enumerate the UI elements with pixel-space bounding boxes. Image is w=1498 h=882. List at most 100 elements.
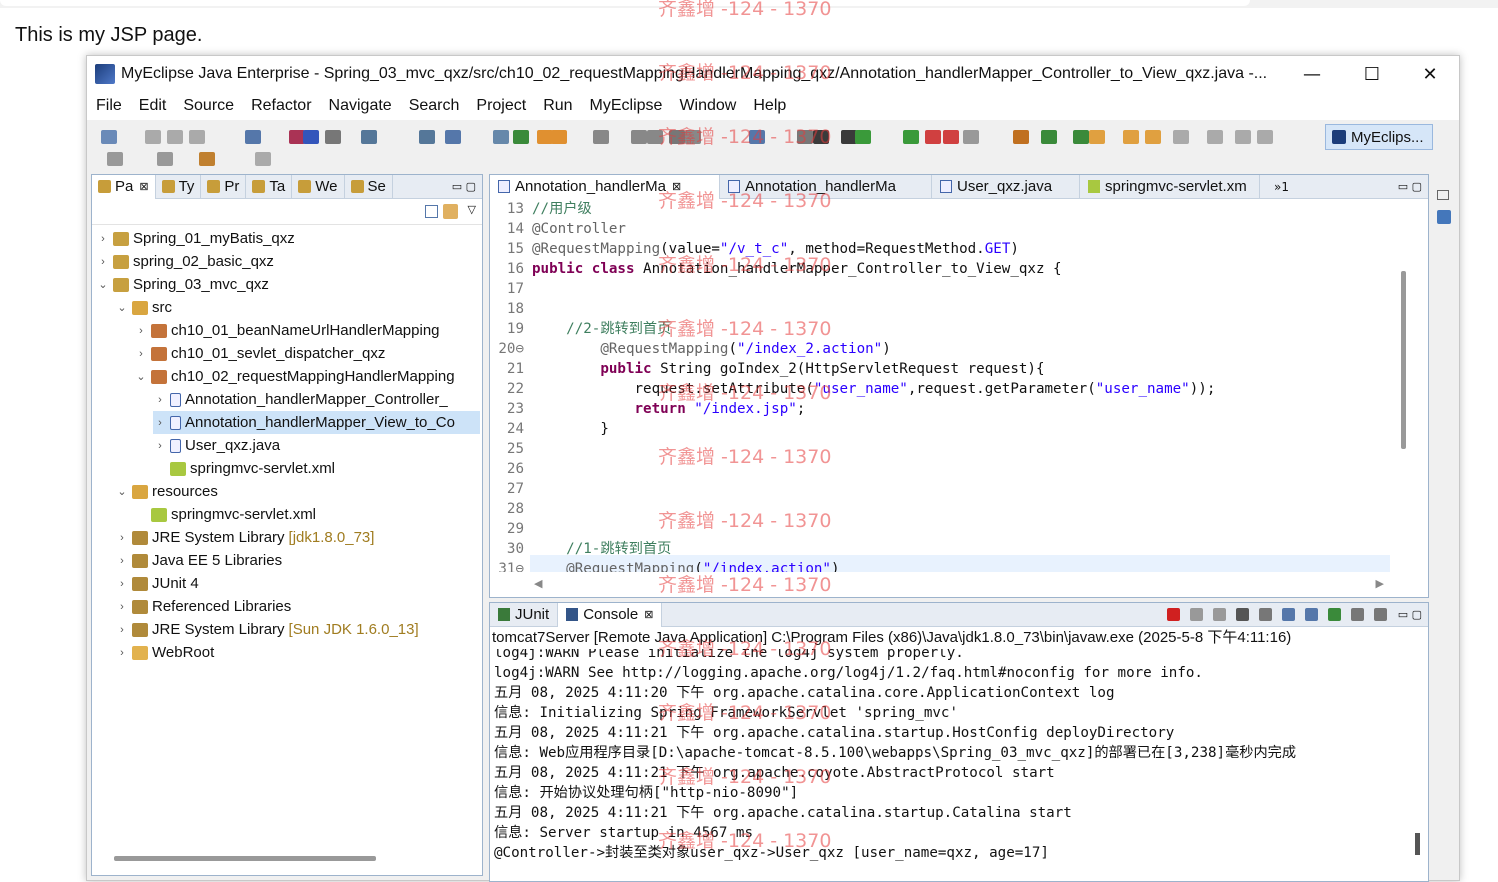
console-toolbar-icon[interactable]	[1235, 608, 1249, 621]
toolbar-icon[interactable]	[925, 130, 941, 144]
link-editor-icon[interactable]	[443, 204, 458, 219]
toolbar-icon[interactable]	[631, 130, 647, 144]
toolbar-icon[interactable]	[1089, 130, 1105, 144]
tree-item[interactable]: ⌄ ch10_02_requestMappingHandlerMapping	[134, 365, 454, 388]
minimize-view-icon[interactable]: ▭ ▢	[452, 180, 476, 193]
code-line[interactable]: //1-跳转到首页	[532, 539, 671, 559]
toolbar-icon[interactable]	[245, 130, 261, 144]
view-menu-icon[interactable]: ▽	[468, 203, 476, 216]
menu-source[interactable]: Source	[183, 97, 234, 115]
toolbar-icon[interactable]	[749, 130, 765, 144]
toolbar-icon[interactable]	[797, 130, 813, 144]
left-tab-pr[interactable]: Pr	[201, 174, 247, 199]
left-tab-we[interactable]: We	[292, 174, 345, 199]
toolbar-icon[interactable]	[1257, 130, 1273, 144]
toolbar-icon[interactable]	[325, 130, 341, 144]
toolbar-icon[interactable]	[551, 130, 567, 144]
perspective-button[interactable]: MyEclips...	[1325, 124, 1433, 150]
toolbar-icon[interactable]	[101, 130, 117, 144]
expand-arrow-icon[interactable]: ›	[115, 601, 129, 613]
tree-item[interactable]: ⌄ Spring_03_mvc_qxz	[96, 273, 269, 296]
toolbar-nav-icon[interactable]	[255, 152, 271, 166]
console-vertical-scrollbar[interactable]	[1415, 833, 1420, 855]
editor-tab-overflow[interactable]: »1	[1274, 180, 1289, 194]
menu-search[interactable]: Search	[409, 97, 460, 115]
menu-edit[interactable]: Edit	[139, 97, 167, 115]
code-line[interactable]: public String goIndex_2(HttpServletReque…	[532, 359, 1044, 379]
toolbar-icon[interactable]	[1041, 130, 1057, 144]
tree-item[interactable]: › User_qxz.java	[153, 434, 280, 457]
expand-arrow-icon[interactable]: ›	[96, 256, 110, 268]
toolbar-nav-icon[interactable]	[199, 152, 215, 166]
toolbar-icon[interactable]	[855, 130, 871, 144]
minimize-view-icon[interactable]: ▭ ▢	[1398, 608, 1422, 621]
toolbar-icon[interactable]	[1073, 130, 1089, 144]
code-line[interactable]: public class Annotation_handlerMapper_Co…	[532, 259, 1062, 279]
console-toolbar-icon[interactable]	[1166, 608, 1180, 621]
console-toolbar-icon[interactable]	[1350, 608, 1364, 621]
toolbar-icon[interactable]	[1145, 130, 1161, 144]
console-toolbar-icon[interactable]	[1304, 608, 1318, 621]
tree-item[interactable]: › JRE System Library [jdk1.8.0_73]	[115, 526, 374, 549]
toolbar-icon[interactable]	[1173, 130, 1189, 144]
toolbar-icon[interactable]	[303, 130, 319, 144]
expand-arrow-icon[interactable]: ›	[115, 555, 129, 567]
tree-item[interactable]: springmvc-servlet.xml	[153, 457, 335, 480]
editor-tab[interactable]: Annotation_handlerMa	[720, 174, 932, 199]
expand-arrow-icon[interactable]: ›	[153, 417, 167, 429]
close-icon[interactable]: ⊠	[672, 180, 681, 193]
console-toolbar-icon[interactable]	[1327, 608, 1341, 621]
expand-arrow-icon[interactable]: ›	[115, 532, 129, 544]
toolbar-icon[interactable]	[1013, 130, 1029, 144]
menu-run[interactable]: Run	[543, 97, 572, 115]
menu-refactor[interactable]: Refactor	[251, 97, 311, 115]
maximize-button[interactable]: ☐	[1343, 56, 1401, 92]
toolbar-icon[interactable]	[593, 130, 609, 144]
toolbar-icon[interactable]	[445, 130, 461, 144]
code-line[interactable]: //2-跳转到首页	[532, 319, 671, 339]
toolbar-nav-icon[interactable]	[157, 152, 173, 166]
toolbar-icon[interactable]	[669, 130, 685, 144]
code-line[interactable]: @RequestMapping(value="/v_t_c", method=R…	[532, 239, 1019, 259]
minimize-button[interactable]: —	[1283, 56, 1341, 92]
tree-item[interactable]: › ch10_01_beanNameUrlHandlerMapping	[134, 319, 439, 342]
toolbar-icon[interactable]	[361, 130, 377, 144]
console-tab-junit[interactable]: JUnit	[490, 602, 559, 627]
code-area[interactable]: 13//用户级 14 @Controller 15 @RequestMapping(va…	[490, 199, 1390, 572]
console-toolbar-icon[interactable]	[1189, 608, 1203, 621]
tree-item[interactable]: › spring_02_basic_qxz	[96, 250, 274, 273]
toolbar-icon[interactable]	[1207, 130, 1223, 144]
console-toolbar-icon[interactable]	[1212, 608, 1226, 621]
toolbar-icon[interactable]	[145, 130, 161, 144]
editor-tab[interactable]: springmvc-servlet.xm	[1080, 174, 1260, 199]
toolbar-icon[interactable]	[685, 130, 701, 144]
expand-arrow-icon[interactable]: ⌄	[115, 485, 129, 498]
expand-arrow-icon[interactable]: ›	[134, 325, 148, 337]
menu-window[interactable]: Window	[679, 97, 736, 115]
menu-file[interactable]: File	[96, 97, 122, 115]
console-toolbar-icon[interactable]	[1258, 608, 1272, 621]
expand-arrow-icon[interactable]: ›	[115, 624, 129, 636]
tree-item[interactable]: › ch10_01_sevlet_dispatcher_qxz	[134, 342, 385, 365]
menu-navigate[interactable]: Navigate	[329, 97, 392, 115]
tree-item[interactable]: ⌄ src	[115, 296, 172, 319]
tree-horizontal-scrollbar[interactable]	[114, 856, 376, 861]
toolbar-icon[interactable]	[963, 130, 979, 144]
code-line[interactable]: //用户级	[532, 199, 592, 219]
console-tab-console[interactable]: Console ⊠	[558, 602, 663, 627]
expand-arrow-icon[interactable]: ›	[134, 348, 148, 360]
tree-item[interactable]: › Spring_01_myBatis_qxz	[96, 227, 295, 250]
close-icon[interactable]: ⊠	[644, 608, 653, 621]
close-icon[interactable]: ⊠	[139, 180, 148, 193]
restore-view-icon[interactable]	[1437, 190, 1449, 200]
code-line[interactable]: @RequestMapping("/index_2.action")	[532, 339, 890, 359]
tree-item[interactable]: springmvc-servlet.xml	[134, 503, 316, 526]
expand-arrow-icon[interactable]: ›	[153, 394, 167, 406]
toolbar-icon[interactable]	[943, 130, 959, 144]
expand-arrow-icon[interactable]: ⌄	[134, 370, 148, 383]
tree-item[interactable]: › JUnit 4	[115, 572, 199, 595]
console-output[interactable]: log4j:WARN Please initialize the log4j s…	[490, 649, 1410, 881]
code-line[interactable]: @RequestMapping("/index.action")	[532, 559, 839, 572]
code-line[interactable]: return "/index.jsp";	[532, 399, 806, 419]
toolbar-icon[interactable]	[1123, 130, 1139, 144]
